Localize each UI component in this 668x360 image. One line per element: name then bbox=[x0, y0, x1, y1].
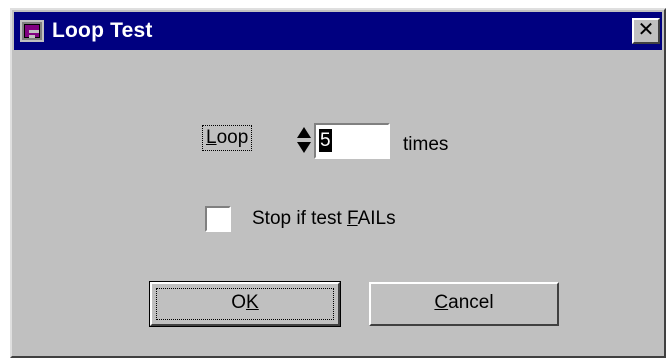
stop-on-fail-checkbox[interactable] bbox=[205, 206, 231, 232]
loop-count-value: 5 bbox=[319, 129, 332, 152]
stop-on-fail-label[interactable]: Stop if test FAILs bbox=[252, 208, 396, 230]
close-icon: ✕ bbox=[637, 19, 655, 41]
app-icon[interactable] bbox=[20, 20, 44, 42]
ok-button[interactable]: OK bbox=[149, 281, 341, 327]
loop-test-dialog: Loop Test ✕ Loop 5 times Stop if test FA… bbox=[10, 8, 666, 358]
window-title: Loop Test bbox=[52, 19, 153, 42]
close-button[interactable]: ✕ bbox=[632, 18, 660, 44]
focus-rect bbox=[156, 288, 334, 320]
spin-up-arrow-icon[interactable] bbox=[297, 127, 311, 138]
loop-count-input[interactable]: 5 bbox=[314, 123, 390, 159]
cancel-button-label: Cancel bbox=[434, 292, 494, 313]
title-bar[interactable]: Loop Test ✕ bbox=[14, 12, 662, 50]
loop-label: Loop bbox=[202, 125, 253, 151]
loop-count-spinner[interactable] bbox=[295, 125, 313, 157]
cancel-button[interactable]: Cancel bbox=[369, 282, 559, 326]
spin-down-arrow-icon[interactable] bbox=[297, 142, 311, 153]
times-label: times bbox=[403, 134, 449, 155]
app-icon-screen bbox=[24, 24, 40, 38]
